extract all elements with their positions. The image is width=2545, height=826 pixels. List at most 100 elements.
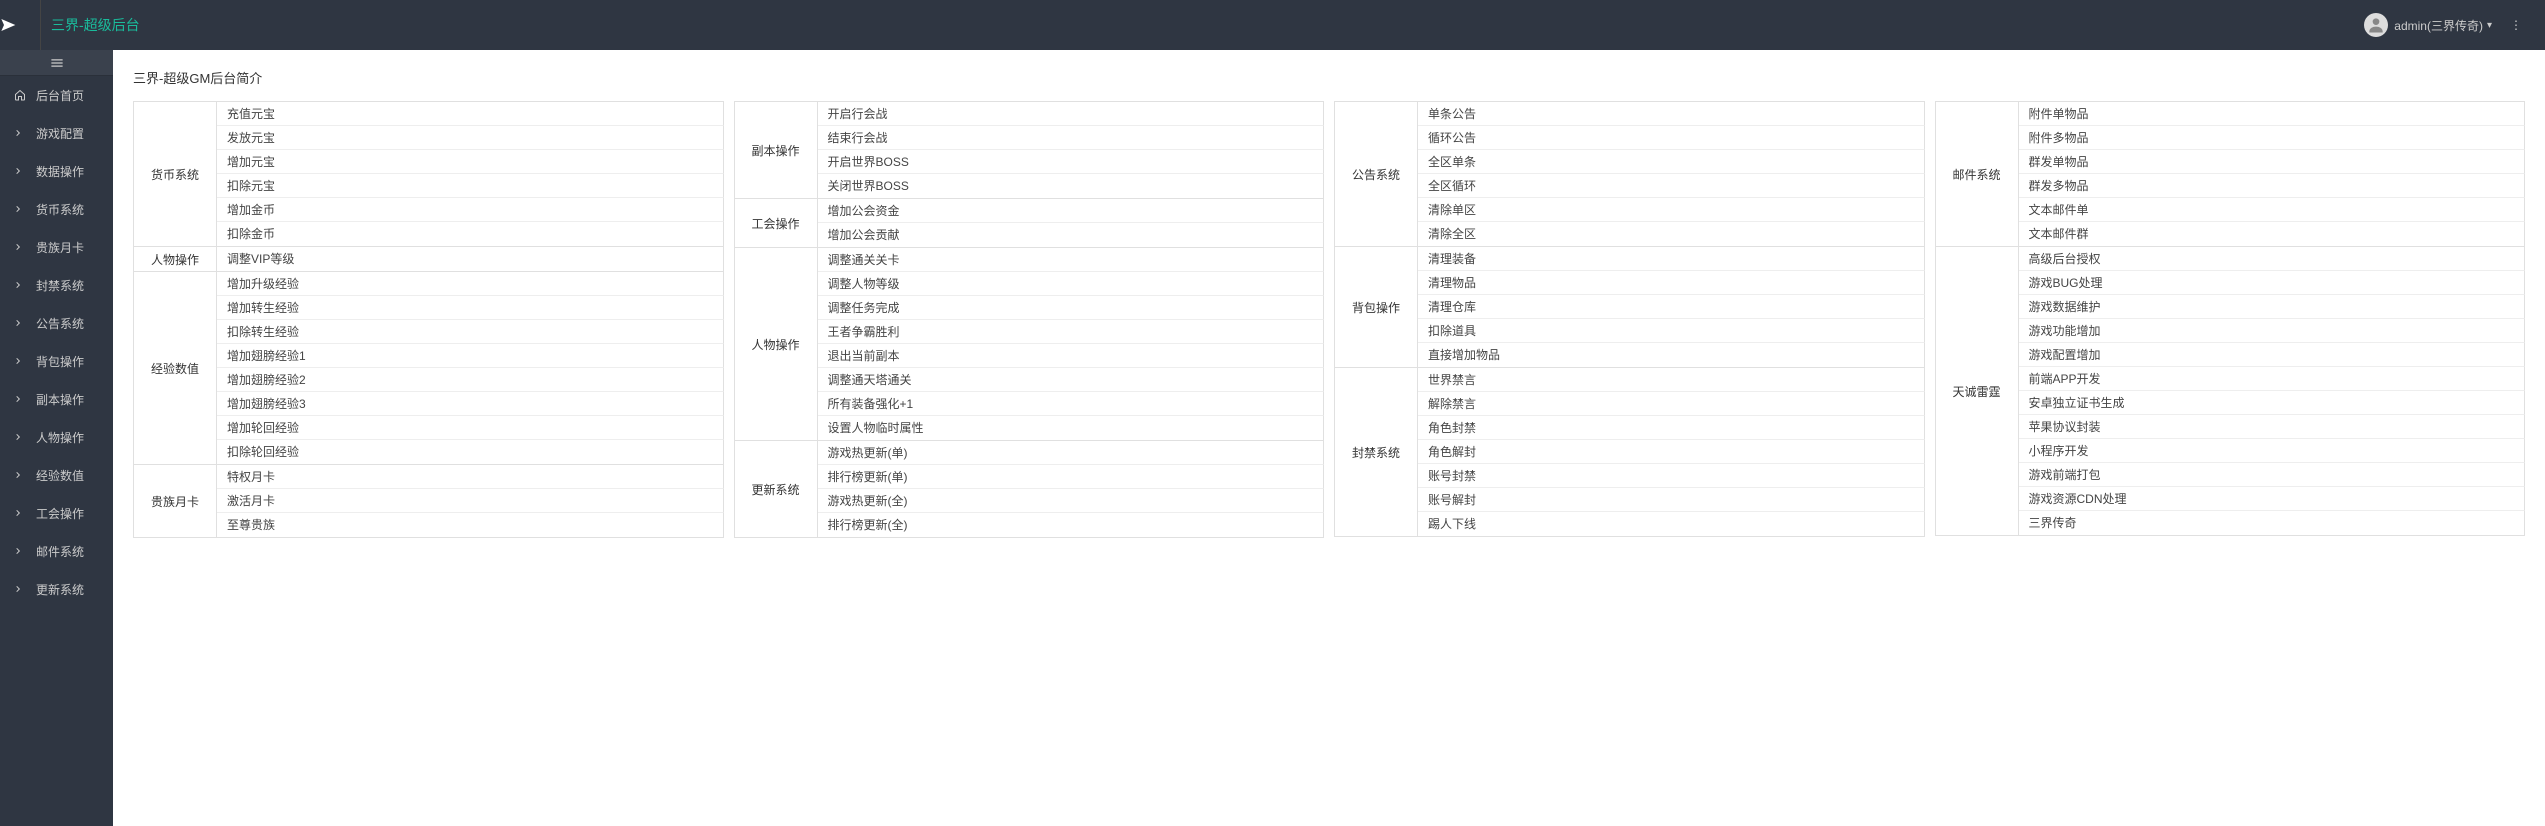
feature-item[interactable]: 游戏BUG处理 — [2019, 271, 2526, 295]
feature-item[interactable]: 清除单区 — [1418, 198, 1925, 222]
feature-item[interactable]: 文本邮件单 — [2019, 198, 2526, 222]
feature-item[interactable]: 开启世界BOSS — [818, 150, 1325, 174]
feature-item[interactable]: 增加元宝 — [217, 150, 724, 174]
group-label: 经验数值 — [133, 272, 217, 464]
sidebar-item-6[interactable]: 公告系统 — [0, 304, 113, 342]
feature-item[interactable]: 附件单物品 — [2019, 102, 2526, 126]
feature-item[interactable]: 账号解封 — [1418, 488, 1925, 512]
feature-item[interactable]: 全区单条 — [1418, 150, 1925, 174]
feature-item[interactable]: 特权月卡 — [217, 465, 724, 489]
sidebar-item-label: 更新系统 — [36, 581, 84, 598]
feature-item[interactable]: 调整人物等级 — [818, 272, 1325, 296]
feature-item[interactable]: 调整VIP等级 — [217, 247, 724, 271]
sidebar-item-11[interactable]: 工会操作 — [0, 494, 113, 532]
feature-item[interactable]: 苹果协议封装 — [2019, 415, 2526, 439]
feature-item[interactable]: 设置人物临时属性 — [818, 416, 1325, 440]
feature-item[interactable]: 关闭世界BOSS — [818, 174, 1325, 198]
feature-item[interactable]: 高级后台授权 — [2019, 247, 2526, 271]
feature-item[interactable]: 直接增加物品 — [1418, 343, 1925, 367]
feature-item[interactable]: 群发单物品 — [2019, 150, 2526, 174]
feature-item[interactable]: 清理装备 — [1418, 247, 1925, 271]
feature-item[interactable]: 开启行会战 — [818, 102, 1325, 126]
sidebar-item-4[interactable]: 贵族月卡 — [0, 228, 113, 266]
feature-item[interactable]: 全区循环 — [1418, 174, 1925, 198]
feature-item[interactable]: 增加轮回经验 — [217, 416, 724, 440]
feature-item[interactable]: 扣除转生经验 — [217, 320, 724, 344]
feature-item[interactable]: 扣除金币 — [217, 222, 724, 246]
sidebar-item-label: 经验数值 — [36, 467, 84, 484]
sidebar-item-8[interactable]: 副本操作 — [0, 380, 113, 418]
feature-item[interactable]: 游戏资源CDN处理 — [2019, 487, 2526, 511]
feature-item[interactable]: 解除禁言 — [1418, 392, 1925, 416]
feature-item[interactable]: 增加金币 — [217, 198, 724, 222]
feature-item[interactable]: 踢人下线 — [1418, 512, 1925, 536]
feature-item[interactable]: 增加升级经验 — [217, 272, 724, 296]
feature-item[interactable]: 清理物品 — [1418, 271, 1925, 295]
feature-item[interactable]: 角色解封 — [1418, 440, 1925, 464]
feature-item[interactable]: 文本邮件群 — [2019, 222, 2526, 246]
feature-item[interactable]: 安卓独立证书生成 — [2019, 391, 2526, 415]
feature-item[interactable]: 清理仓库 — [1418, 295, 1925, 319]
feature-item[interactable]: 增加公会贡献 — [818, 223, 1325, 247]
sidebar-item-12[interactable]: 邮件系统 — [0, 532, 113, 570]
feature-item[interactable]: 王者争霸胜利 — [818, 320, 1325, 344]
chevron-right-icon — [14, 357, 28, 365]
feature-item[interactable]: 排行榜更新(单) — [818, 465, 1325, 489]
avatar[interactable] — [2364, 13, 2388, 37]
feature-item[interactable]: 排行榜更新(全) — [818, 513, 1325, 537]
feature-item[interactable]: 游戏热更新(单) — [818, 441, 1325, 465]
feature-item[interactable]: 清除全区 — [1418, 222, 1925, 246]
feature-item[interactable]: 扣除道具 — [1418, 319, 1925, 343]
feature-item[interactable]: 附件多物品 — [2019, 126, 2526, 150]
sidebar-item-3[interactable]: 货币系统 — [0, 190, 113, 228]
more-menu-icon[interactable]: ⋮ — [2502, 18, 2530, 32]
sidebar-item-7[interactable]: 背包操作 — [0, 342, 113, 380]
feature-item[interactable]: 激活月卡 — [217, 489, 724, 513]
feature-item[interactable]: 调整任务完成 — [818, 296, 1325, 320]
feature-item[interactable]: 角色封禁 — [1418, 416, 1925, 440]
feature-item[interactable]: 单条公告 — [1418, 102, 1925, 126]
feature-item[interactable]: 游戏数据维护 — [2019, 295, 2526, 319]
feature-item[interactable]: 增加翅膀经验1 — [217, 344, 724, 368]
feature-item[interactable]: 游戏前端打包 — [2019, 463, 2526, 487]
sidebar-item-13[interactable]: 更新系统 — [0, 570, 113, 608]
sidebar-item-0[interactable]: 后台首页 — [0, 76, 113, 114]
feature-item[interactable]: 游戏热更新(全) — [818, 489, 1325, 513]
feature-item[interactable]: 游戏功能增加 — [2019, 319, 2526, 343]
user-dropdown-icon[interactable]: ▾ — [2487, 20, 2492, 31]
feature-item[interactable]: 账号封禁 — [1418, 464, 1925, 488]
group-label: 货币系统 — [133, 102, 217, 246]
feature-item[interactable]: 扣除轮回经验 — [217, 440, 724, 464]
feature-item[interactable]: 结束行会战 — [818, 126, 1325, 150]
feature-item[interactable]: 增加翅膀经验2 — [217, 368, 724, 392]
feature-item[interactable]: 发放元宝 — [217, 126, 724, 150]
group-label: 背包操作 — [1334, 247, 1418, 367]
sidebar-item-10[interactable]: 经验数值 — [0, 456, 113, 494]
feature-item[interactable]: 充值元宝 — [217, 102, 724, 126]
feature-item[interactable]: 增加转生经验 — [217, 296, 724, 320]
feature-item[interactable]: 扣除元宝 — [217, 174, 724, 198]
feature-item[interactable]: 增加公会资金 — [818, 199, 1325, 223]
feature-item[interactable]: 群发多物品 — [2019, 174, 2526, 198]
user-name[interactable]: admin(三界传奇) — [2394, 17, 2483, 34]
chevron-right-icon — [14, 509, 28, 517]
feature-item[interactable]: 小程序开发 — [2019, 439, 2526, 463]
sidebar-item-1[interactable]: 游戏配置 — [0, 114, 113, 152]
feature-item[interactable]: 增加翅膀经验3 — [217, 392, 724, 416]
feature-item[interactable]: 所有装备强化+1 — [818, 392, 1325, 416]
feature-item[interactable]: 三界传奇 — [2019, 511, 2526, 535]
sidebar-item-5[interactable]: 封禁系统 — [0, 266, 113, 304]
feature-item[interactable]: 世界禁言 — [1418, 368, 1925, 392]
feature-item[interactable]: 游戏配置增加 — [2019, 343, 2526, 367]
feature-item[interactable]: 前端APP开发 — [2019, 367, 2526, 391]
feature-item[interactable]: 退出当前副本 — [818, 344, 1325, 368]
group-label: 副本操作 — [734, 102, 818, 198]
feature-item[interactable]: 调整通关关卡 — [818, 248, 1325, 272]
sidebar-collapse-button[interactable] — [0, 50, 113, 76]
feature-item[interactable]: 至尊贵族 — [217, 513, 724, 537]
sidebar-item-2[interactable]: 数据操作 — [0, 152, 113, 190]
feature-item[interactable]: 循环公告 — [1418, 126, 1925, 150]
feature-item[interactable]: 调整通天塔通关 — [818, 368, 1325, 392]
sidebar-item-label: 副本操作 — [36, 391, 84, 408]
sidebar-item-9[interactable]: 人物操作 — [0, 418, 113, 456]
